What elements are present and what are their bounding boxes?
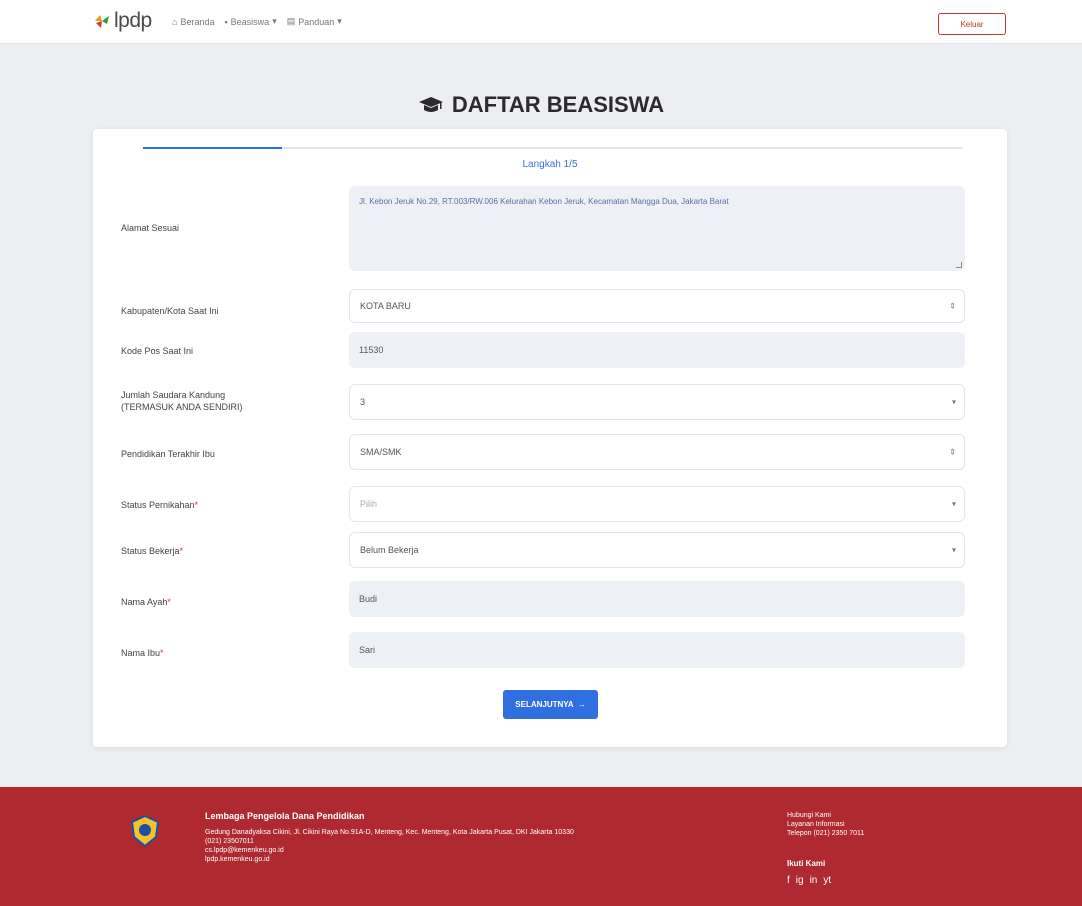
- graduation-cap-icon: [418, 97, 443, 112]
- step-progress-fill: [143, 147, 282, 149]
- social-links: f ig in yt: [787, 875, 831, 886]
- logout-button[interactable]: Keluar: [938, 13, 1006, 35]
- form-label: Nama Ibu*: [121, 648, 164, 658]
- field-value: Pilih: [360, 499, 378, 509]
- label-text: Status Bekerja: [121, 546, 180, 556]
- spinner-icon: ⇕: [949, 447, 956, 457]
- footer-contact-line[interactable]: Layanan Informasi: [787, 820, 864, 829]
- form-label: Pendidikan Terakhir Ibu: [121, 448, 311, 460]
- logo-mark-icon: [95, 15, 109, 28]
- footer-email-link[interactable]: cs.lpdp@kemenkeu.go.id: [205, 846, 655, 855]
- field-value: Belum Bekerja: [360, 545, 419, 555]
- address-textarea[interactable]: Jl. Kebon Jeruk No.29, RT.003/RW.006 Kel…: [349, 186, 965, 271]
- field-value: 11530: [359, 345, 384, 355]
- footer-contact-line[interactable]: Hubungi Kami: [787, 811, 864, 820]
- footer-address: Gedung Danadyaksa Cikini, Jl. Cikini Ray…: [205, 828, 655, 864]
- mother-name-field[interactable]: Sari: [349, 632, 965, 668]
- father-name-field[interactable]: Budi: [349, 581, 965, 617]
- mother-education-select[interactable]: SMA/SMK ⇕: [349, 434, 965, 470]
- nav-label: Beranda: [180, 16, 215, 27]
- label-text: Kabupaten/Kota Saat Ini: [121, 306, 219, 316]
- page-title: DAFTAR BEASISWA: [0, 92, 1082, 118]
- field-value: SMA/SMK: [360, 447, 402, 457]
- chevron-down-icon: ▾: [272, 16, 277, 26]
- book-icon: ▤: [286, 16, 296, 26]
- nav-item-beranda[interactable]: ⌂ Beranda: [172, 16, 214, 27]
- postal-code-field[interactable]: 11530: [349, 332, 965, 368]
- instagram-icon[interactable]: ig: [796, 875, 804, 886]
- footer-phone: (021) 23507011: [205, 838, 254, 845]
- next-button[interactable]: SELANJUTNYA →: [503, 690, 598, 719]
- label-text: Nama Ibu: [121, 648, 161, 658]
- step-label: Langkah 1/5: [522, 159, 578, 170]
- address-label: Alamat Sesuai: [121, 223, 180, 233]
- resize-handle-icon[interactable]: [956, 262, 962, 268]
- lpdp-logo[interactable]: lpdp: [93, 9, 152, 33]
- footer-website-link[interactable]: lpdp.kemenkeu.go.id: [205, 855, 655, 864]
- nav-label: Beasiswa: [230, 16, 270, 27]
- field-value: Sari: [359, 645, 376, 655]
- label-text: Status Pernikahan: [121, 500, 195, 510]
- siblings-select[interactable]: 3 ▾: [349, 384, 965, 420]
- label-text: Kode Pos Saat Ini: [121, 346, 194, 356]
- page-title-text: DAFTAR BEASISWA: [451, 92, 665, 117]
- field-value: 3: [360, 397, 366, 407]
- linkedin-icon[interactable]: in: [810, 875, 818, 886]
- registration-form-card: Langkah 1/5 Alamat Sesuai Jl. Kebon Jeru…: [93, 129, 1007, 747]
- form-label: Nama Ayah*: [121, 597, 171, 607]
- chevron-down-icon: ▾: [951, 545, 956, 555]
- marital-status-select[interactable]: Pilih ▾: [349, 486, 965, 522]
- form-label: Jumlah Saudara Kandung (TERMASUK ANDA SE…: [121, 389, 311, 413]
- footer-address-line: Gedung Danadyaksa Cikini, Jl. Cikini Ray…: [205, 829, 574, 836]
- address-value: Jl. Kebon Jeruk No.29, RT.003/RW.006 Kel…: [359, 197, 729, 206]
- footer-contact: Hubungi Kami Layanan Informasi Telepon (…: [787, 811, 864, 838]
- footer-follow-label: Ikuti Kami: [787, 859, 826, 868]
- chevron-down-icon: ▾: [951, 397, 956, 407]
- label-text-secondary: (TERMASUK ANDA SENDIRI): [121, 402, 243, 412]
- form-label: Status Bekerja*: [121, 546, 184, 556]
- city-select[interactable]: KOTA BARU ⇕: [349, 289, 965, 323]
- facebook-icon[interactable]: f: [787, 875, 790, 886]
- chevron-down-icon: ▾: [337, 16, 342, 26]
- logo-text: lpdp: [114, 9, 152, 32]
- label-text: Nama Ayah: [121, 597, 168, 607]
- graduation-icon: ▪: [224, 16, 228, 27]
- spinner-icon: ⇕: [949, 301, 956, 311]
- chevron-down-icon: ▾: [951, 499, 956, 509]
- form-label: Kabupaten/Kota Saat Ini: [121, 305, 311, 317]
- nav-label: Panduan: [298, 16, 335, 27]
- home-icon: ⌂: [172, 16, 178, 27]
- step-progress-bar: [143, 147, 963, 149]
- arrow-right-icon: →: [577, 700, 586, 709]
- footer-contact-line[interactable]: Telepon (021) 2350 7011: [787, 829, 864, 838]
- employment-status-select[interactable]: Belum Bekerja ▾: [349, 532, 965, 568]
- youtube-icon[interactable]: yt: [823, 875, 831, 886]
- form-label: Status Pernikahan*: [121, 500, 199, 510]
- label-text: Jumlah Saudara Kandung: [121, 390, 226, 400]
- field-value: Budi: [359, 594, 378, 604]
- footer-org-name: Lembaga Pengelola Dana Pendidikan: [205, 811, 365, 821]
- nav-item-beasiswa[interactable]: ▪ Beasiswa ▾: [224, 16, 276, 27]
- main-nav: ⌂ Beranda ▪ Beasiswa ▾ ▤ Panduan ▾: [172, 16, 342, 27]
- nav-item-panduan[interactable]: ▤ Panduan ▾: [287, 16, 342, 27]
- form-label: Kode Pos Saat Ini: [121, 345, 311, 357]
- field-value: KOTA BARU: [360, 301, 411, 311]
- kemenkeu-seal-icon: [130, 815, 160, 847]
- footer: Lembaga Pengelola Dana Pendidikan Gedung…: [0, 787, 1082, 906]
- label-text: Pendidikan Terakhir Ibu: [121, 449, 215, 459]
- top-navbar: lpdp ⌂ Beranda ▪ Beasiswa ▾ ▤ Panduan ▾ …: [0, 0, 1082, 44]
- next-button-label: SELANJUTNYA: [515, 700, 574, 709]
